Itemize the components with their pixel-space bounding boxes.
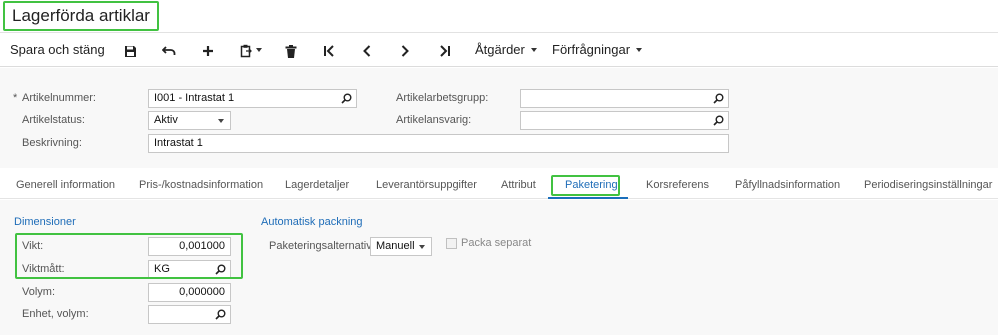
volume-unit-label: Enhet, volym: [22, 308, 89, 320]
dimensions-section-title: Dimensioner [14, 216, 76, 228]
next-record-icon[interactable] [396, 42, 414, 60]
packaging-option-label: Paketeringsalternativ: [269, 240, 375, 252]
search-icon[interactable] [341, 93, 352, 104]
description-value: Intrastat 1 [154, 137, 203, 149]
previous-record-icon[interactable] [358, 42, 376, 60]
chevron-down-icon [636, 47, 643, 52]
tab-cross-reference[interactable]: Korsreferens [646, 179, 709, 191]
tab-general-information[interactable]: Generell information [16, 179, 115, 191]
pack-separate-label: Packa separat [461, 237, 532, 249]
actions-menu[interactable]: Åtgärder [475, 41, 537, 61]
volume-unit-field[interactable] [148, 305, 231, 324]
chevron-down-icon [419, 245, 425, 249]
undo-icon[interactable] [160, 42, 178, 60]
item-owner-field[interactable] [520, 111, 729, 130]
inquiries-menu-label: Förfrågningar [552, 42, 631, 57]
volume-value: 0,000000 [179, 286, 225, 298]
required-marker: * [13, 92, 18, 104]
tab-attributes[interactable]: Attribut [501, 179, 536, 191]
packaging-tab-highlight [551, 175, 620, 196]
description-field[interactable]: Intrastat 1 [148, 134, 729, 153]
chevron-down-icon [530, 47, 537, 52]
item-status-label: Artikelstatus: [22, 114, 85, 126]
packaging-option-value: Manuell [376, 240, 415, 252]
first-record-icon[interactable] [320, 42, 338, 60]
automatic-packing-section-title: Automatisk packning [261, 216, 363, 228]
page-title: Lagerförda artiklar [3, 1, 159, 31]
search-icon[interactable] [713, 93, 724, 104]
item-workgroup-field[interactable] [520, 89, 729, 108]
tab-vendor-details[interactable]: Leverantörsuppgifter [376, 179, 477, 191]
delete-icon[interactable] [282, 42, 300, 60]
item-status-value: Aktiv [154, 114, 178, 126]
item-owner-label: Artikelansvarig: [396, 114, 472, 126]
volume-label: Volym: [22, 286, 56, 298]
item-workgroup-label: Artikelarbetsgrupp: [396, 92, 489, 104]
active-tab-indicator [548, 197, 628, 199]
copy-paste-icon[interactable] [236, 42, 266, 60]
search-icon[interactable] [215, 309, 226, 320]
toolbar: Spara och stäng Åtgärder Förfrågningar [0, 34, 998, 67]
save-and-close-button[interactable]: Spara och stäng [10, 41, 105, 61]
save-icon[interactable] [121, 42, 139, 60]
item-status-select[interactable]: Aktiv [148, 111, 231, 130]
tab-replenishment-information[interactable]: Påfyllnadsinformation [735, 179, 840, 191]
tab-deferral-settings[interactable]: Periodiseringsinställningar [864, 179, 992, 191]
last-record-icon[interactable] [436, 42, 454, 60]
pack-separate-checkbox[interactable] [446, 238, 457, 249]
volume-field[interactable]: 0,000000 [148, 283, 231, 302]
search-icon[interactable] [713, 115, 724, 126]
add-icon[interactable] [199, 42, 217, 60]
tab-bar: Generell information Pris-/kostnadsinfor… [0, 172, 998, 199]
item-number-value: I001 - Intrastat 1 [154, 92, 235, 104]
title-bar: Lagerförda artiklar [0, 0, 998, 33]
actions-menu-label: Åtgärder [475, 42, 525, 57]
tab-price-cost-information[interactable]: Pris-/kostnadsinformation [139, 179, 263, 191]
weight-highlight [15, 233, 243, 279]
item-number-label: Artikelnummer: [22, 92, 96, 104]
inquiries-menu[interactable]: Förfrågningar [552, 41, 643, 61]
packaging-option-select[interactable]: Manuell [370, 237, 432, 256]
description-label: Beskrivning: [22, 137, 82, 149]
chevron-down-icon [218, 119, 224, 123]
tab-stock-details[interactable]: Lagerdetaljer [285, 179, 349, 191]
item-number-field[interactable]: I001 - Intrastat 1 [148, 89, 357, 108]
